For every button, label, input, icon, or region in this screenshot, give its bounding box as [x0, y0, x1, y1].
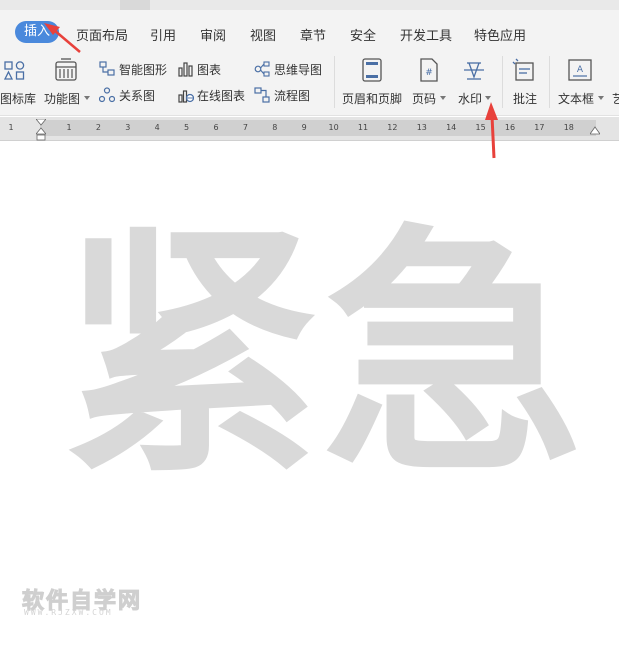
- page-number-icon: #: [418, 58, 440, 82]
- text-box-button[interactable]: A 文本框: [556, 48, 606, 116]
- chevron-down-icon: [440, 96, 446, 100]
- flow-chart-icon: [254, 87, 270, 103]
- page-number-label: 页码: [412, 92, 437, 106]
- ruler-tick-label: 14: [446, 123, 457, 132]
- ruler-tick-label: 15: [475, 123, 486, 132]
- watermark-button[interactable]: 水印: [456, 48, 496, 116]
- comment-icon: [512, 58, 536, 82]
- relation-chart-icon: [99, 87, 115, 103]
- ruler-tick-label: 6: [213, 123, 219, 132]
- function-chart-label: 功能图: [44, 92, 81, 106]
- online-chart-icon: [178, 87, 194, 103]
- online-chart-label: 在线图表: [197, 89, 246, 103]
- right-indent-marker[interactable]: [590, 126, 600, 136]
- ribbon-separator: [334, 56, 335, 108]
- text-box-label: 文本框: [558, 92, 595, 106]
- header-footer-label: 页眉和页脚: [342, 92, 403, 106]
- watermark-char: 急: [322, 200, 584, 508]
- chart-label: 图表: [197, 63, 222, 77]
- watermark-label: 水印: [458, 92, 483, 106]
- ruler-tick-label: 3: [125, 123, 131, 132]
- ruler-tick-label: 1: [8, 123, 14, 132]
- relation-chart-label: 关系图: [119, 89, 156, 103]
- tab-special-apps[interactable]: 特色应用: [474, 25, 526, 44]
- flow-chart-button[interactable]: 流程图: [254, 86, 314, 104]
- ruler-tick-label: 2: [95, 123, 101, 132]
- document-tab-edge: [120, 0, 150, 10]
- header-footer-button[interactable]: 页眉和页脚: [341, 48, 405, 116]
- horizontal-ruler[interactable]: 1 1 2 3 4 5 6 7 8 9 10 11 12 13 14 15 16 17 18: [0, 117, 619, 141]
- comment-button[interactable]: 批注: [508, 48, 544, 116]
- site-watermark-url: WWW.RJZXW.COM: [24, 608, 113, 617]
- ruler-tick-label: 4: [154, 123, 160, 132]
- ruler-tick-label: 13: [416, 123, 427, 132]
- ruler-tick-label: 9: [301, 123, 307, 132]
- ruler-tick-label: 1: [66, 123, 72, 132]
- flow-chart-label: 流程图: [274, 89, 311, 103]
- text-box-icon: A: [568, 58, 592, 82]
- tab-view[interactable]: 视图: [250, 25, 276, 44]
- relation-chart-button[interactable]: 关系图: [99, 86, 159, 104]
- watermark-text: 紧 急: [60, 189, 584, 519]
- ruler-tick-label: 11: [357, 123, 369, 132]
- icon-library-label: 图标库: [0, 92, 37, 106]
- ruler-tick-label: 17: [534, 123, 545, 132]
- smart-art-label: 智能图形: [119, 63, 168, 77]
- online-chart-button[interactable]: 在线图表: [178, 86, 250, 104]
- tab-references[interactable]: 引用: [150, 25, 176, 44]
- chevron-down-icon: [84, 96, 90, 100]
- watermark-char: 紧: [60, 200, 322, 508]
- menu-bar: 插入 页面布局 引用 审阅 视图 章节 安全 开发工具 特色应用: [0, 10, 619, 48]
- ribbon-separator: [549, 56, 550, 108]
- mind-map-button[interactable]: 思维导图: [254, 60, 326, 78]
- mind-map-icon: [254, 61, 270, 77]
- ruler-tick-label: 8: [272, 123, 278, 132]
- ruler-tick-label: 5: [184, 123, 190, 132]
- svg-text:#: #: [425, 68, 433, 78]
- tab-insert[interactable]: 插入: [15, 21, 60, 43]
- ribbon-toolbar: 图标库 功能图 智能图形 图表 思维导图 关系图 在线图表 流程图 页眉和页脚 …: [0, 48, 619, 116]
- ruler-tick-label: 7: [242, 123, 248, 132]
- ruler-tick-label: 10: [328, 123, 339, 132]
- word-art-label-partial[interactable]: 艺: [612, 90, 619, 107]
- header-footer-icon: [361, 58, 383, 82]
- comment-label: 批注: [513, 92, 538, 106]
- tab-chapter[interactable]: 章节: [300, 25, 326, 44]
- icon-library-button[interactable]: 图标库: [0, 48, 36, 116]
- page-number-button[interactable]: # 页码: [412, 48, 452, 116]
- tab-developer-tools[interactable]: 开发工具: [400, 25, 452, 44]
- mind-map-label: 思维导图: [274, 63, 323, 77]
- indent-marker[interactable]: [36, 119, 46, 141]
- tab-security[interactable]: 安全: [350, 25, 376, 44]
- smart-art-button[interactable]: 智能图形: [99, 60, 171, 78]
- ruler-tick-label: 16: [504, 123, 516, 132]
- svg-text:A: A: [577, 65, 584, 75]
- shapes-icon: [4, 60, 28, 82]
- bar-chart-icon: [178, 61, 194, 77]
- chart-button[interactable]: 图表: [178, 60, 224, 78]
- ruler-tick-label: 18: [563, 123, 574, 132]
- watermark-icon: [462, 58, 486, 82]
- tab-review[interactable]: 审阅: [200, 25, 226, 44]
- tab-page-layout[interactable]: 页面布局: [76, 25, 128, 44]
- chevron-down-icon: [598, 96, 604, 100]
- ruler-tick-label: 12: [387, 123, 398, 132]
- smart-art-icon: [99, 61, 115, 77]
- function-chart-button[interactable]: 功能图: [42, 48, 90, 116]
- ribbon-separator: [502, 56, 503, 108]
- document-page[interactable]: 紧 急 软件自学网 WWW.RJZXW.COM: [0, 141, 619, 648]
- chevron-down-icon: [485, 96, 491, 100]
- function-chart-icon: [54, 58, 78, 82]
- window-top-strip: [0, 0, 619, 10]
